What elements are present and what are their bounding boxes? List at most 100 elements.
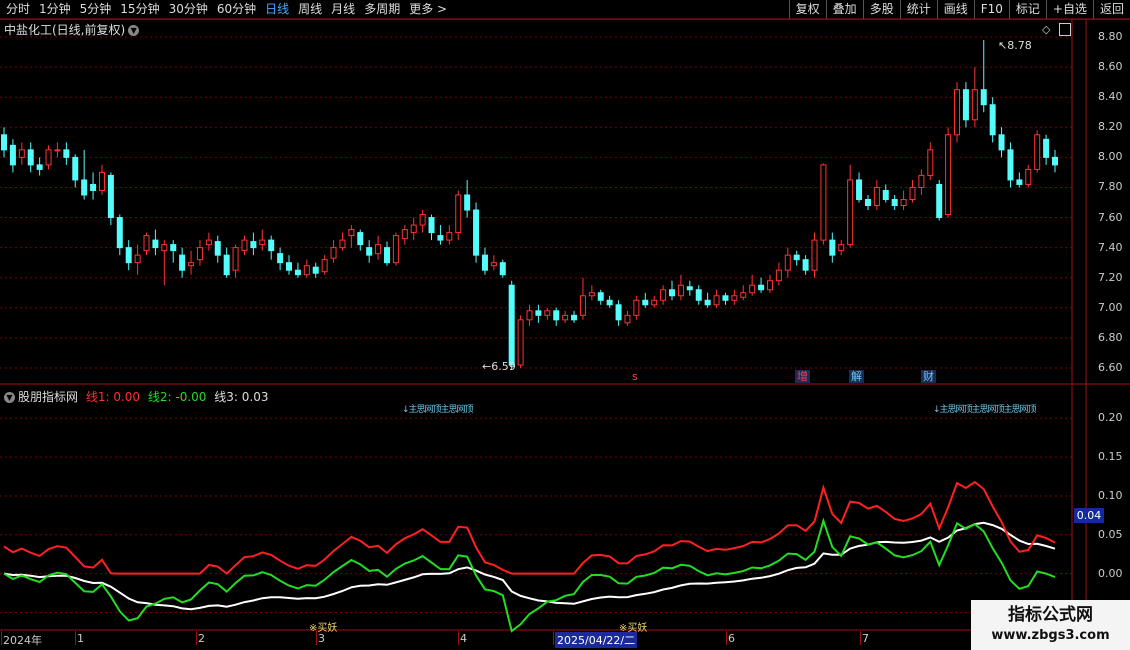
candle-body (588, 292, 595, 297)
candle-body (508, 284, 515, 366)
indicator-name[interactable]: 股朋指标网 (18, 390, 78, 404)
price-tick: 6.80 (1098, 330, 1123, 344)
candle-body (766, 280, 773, 291)
candle-body (63, 149, 70, 158)
candle-body (152, 239, 159, 249)
candle-body (882, 189, 889, 200)
date-tick: 2 (198, 632, 205, 645)
event-marker[interactable]: s (630, 370, 640, 383)
candle-body (277, 253, 284, 264)
candle-body (143, 235, 150, 252)
candle-body (829, 239, 836, 256)
indicator-tick: 0.15 (1098, 450, 1123, 464)
candle-body (775, 269, 782, 282)
indicator-line2 (3, 517, 1056, 633)
indicator-line1-value: 线1: 0.00 (85, 390, 141, 404)
date-tick: 4 (460, 632, 467, 645)
high-price-value: 8.78 (1007, 39, 1032, 52)
date-tick-mark (75, 631, 76, 645)
candle-body (873, 186, 880, 207)
chevron-down-icon[interactable]: ▼ (4, 392, 15, 403)
candle-body (651, 299, 658, 306)
indicator-line3 (3, 521, 1056, 611)
candle-body (9, 144, 16, 166)
date-tick-mark (316, 631, 317, 645)
price-tick: 8.00 (1098, 150, 1123, 164)
candle-body (989, 104, 996, 136)
candle-body (464, 194, 471, 211)
candle-body (428, 217, 435, 234)
date-tick: 1 (77, 632, 84, 645)
candle-body (1034, 134, 1041, 170)
candle-body (820, 164, 827, 241)
candle-body (633, 299, 640, 316)
price-tick: 8.80 (1098, 30, 1123, 44)
candle-body (980, 89, 987, 106)
candle-body (205, 239, 212, 246)
price-tick: 7.40 (1098, 240, 1123, 254)
candlestick-series (1, 40, 1058, 370)
candle-body (597, 292, 604, 301)
candle-body (54, 149, 61, 152)
indicator-line3-value: 线3: 0.03 (214, 390, 269, 404)
chart-canvas[interactable] (0, 0, 1130, 650)
candle-body (998, 134, 1005, 151)
candle-body (286, 262, 293, 271)
candle-body (811, 239, 818, 271)
event-marker[interactable]: 财 (921, 370, 936, 383)
candle-body (241, 239, 248, 252)
candle-body (749, 284, 756, 294)
indicator-line2-value: 线2: -0.00 (147, 390, 207, 404)
candle-body (348, 229, 355, 237)
candle-body (339, 239, 346, 249)
candle-body (838, 244, 845, 252)
candle-body (1043, 138, 1050, 158)
candle-body (962, 89, 969, 121)
candle-body (18, 149, 25, 158)
candle-body (936, 183, 943, 219)
event-marker[interactable]: 增 (795, 370, 810, 383)
candle-body (188, 262, 195, 267)
price-tick: 6.60 (1098, 360, 1123, 374)
candle-body (758, 284, 765, 291)
candle-body (918, 174, 925, 188)
indicator-tick: 0.05 (1098, 527, 1123, 541)
candle-body (268, 239, 275, 252)
candle-body (615, 304, 622, 321)
low-price-value: 6.59 (491, 360, 516, 373)
watermark-url: www.zbgs3.com (991, 628, 1110, 643)
candle-body (624, 314, 631, 324)
candle-body (72, 156, 79, 181)
candle-body (383, 247, 390, 264)
price-tick: 7.20 (1098, 270, 1123, 284)
grid-lines (0, 18, 1130, 650)
candle-body (321, 259, 328, 273)
candle-body (847, 179, 854, 246)
top-signal-label: ↓主思网顶主思网顶 (402, 405, 474, 415)
candle-body (660, 289, 667, 301)
candle-body (686, 286, 693, 291)
candle-body (357, 232, 364, 246)
indicator-tick: 0.00 (1098, 566, 1123, 580)
candle-body (303, 265, 310, 276)
date-tick-mark (553, 631, 554, 645)
candle-body (856, 179, 863, 200)
candle-body (90, 183, 97, 191)
candle-body (107, 174, 114, 219)
candle-body (446, 232, 453, 241)
price-tick: 7.60 (1098, 210, 1123, 224)
candle-body (971, 89, 978, 121)
candle-body (695, 289, 702, 301)
candle-body (802, 259, 809, 271)
candle-body (392, 235, 399, 264)
event-marker[interactable]: 解 (849, 370, 864, 383)
candle-body (900, 198, 907, 207)
candle-body (98, 171, 105, 191)
candle-body (473, 209, 480, 256)
candle-body (945, 134, 952, 216)
diamond-icon[interactable]: ◇ (1042, 23, 1050, 36)
panel-toggle-icon[interactable] (1059, 23, 1071, 36)
indicator-tick: 0.20 (1098, 411, 1123, 425)
candle-body (312, 266, 319, 274)
candle-body (179, 254, 186, 271)
